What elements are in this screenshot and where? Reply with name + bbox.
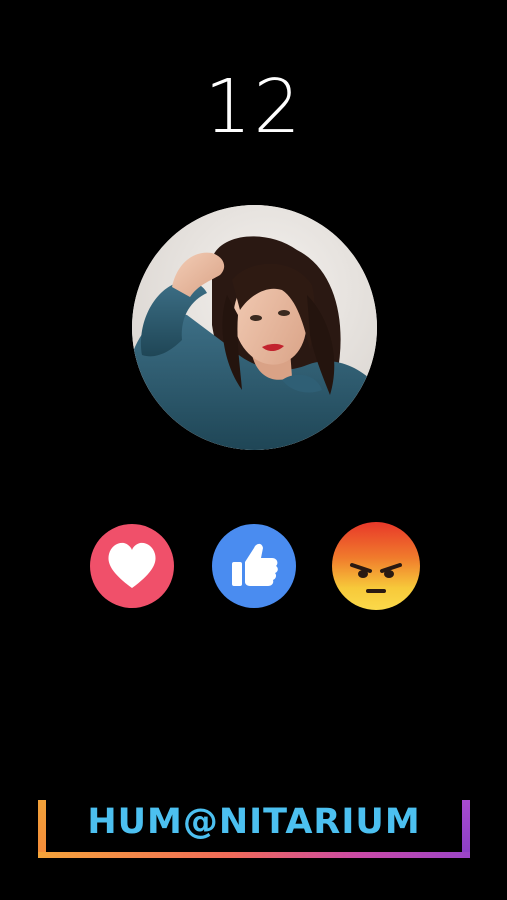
profile-avatar [132,205,377,450]
angry-reaction-button[interactable] [332,522,420,610]
love-reaction-button[interactable] [90,524,174,608]
logo-text: HUM@NITARIUM [87,802,421,842]
logo-frame-bottom [38,852,470,858]
thumbs-up-icon [232,543,278,586]
angry-face-icon [350,563,402,593]
heart-icon [108,542,156,588]
vote-counter: 12 [204,64,303,150]
like-reaction-button[interactable] [212,524,296,608]
portrait-photo [132,205,377,450]
humanitarium-logo: HUM@NITARIUM [38,800,470,860]
